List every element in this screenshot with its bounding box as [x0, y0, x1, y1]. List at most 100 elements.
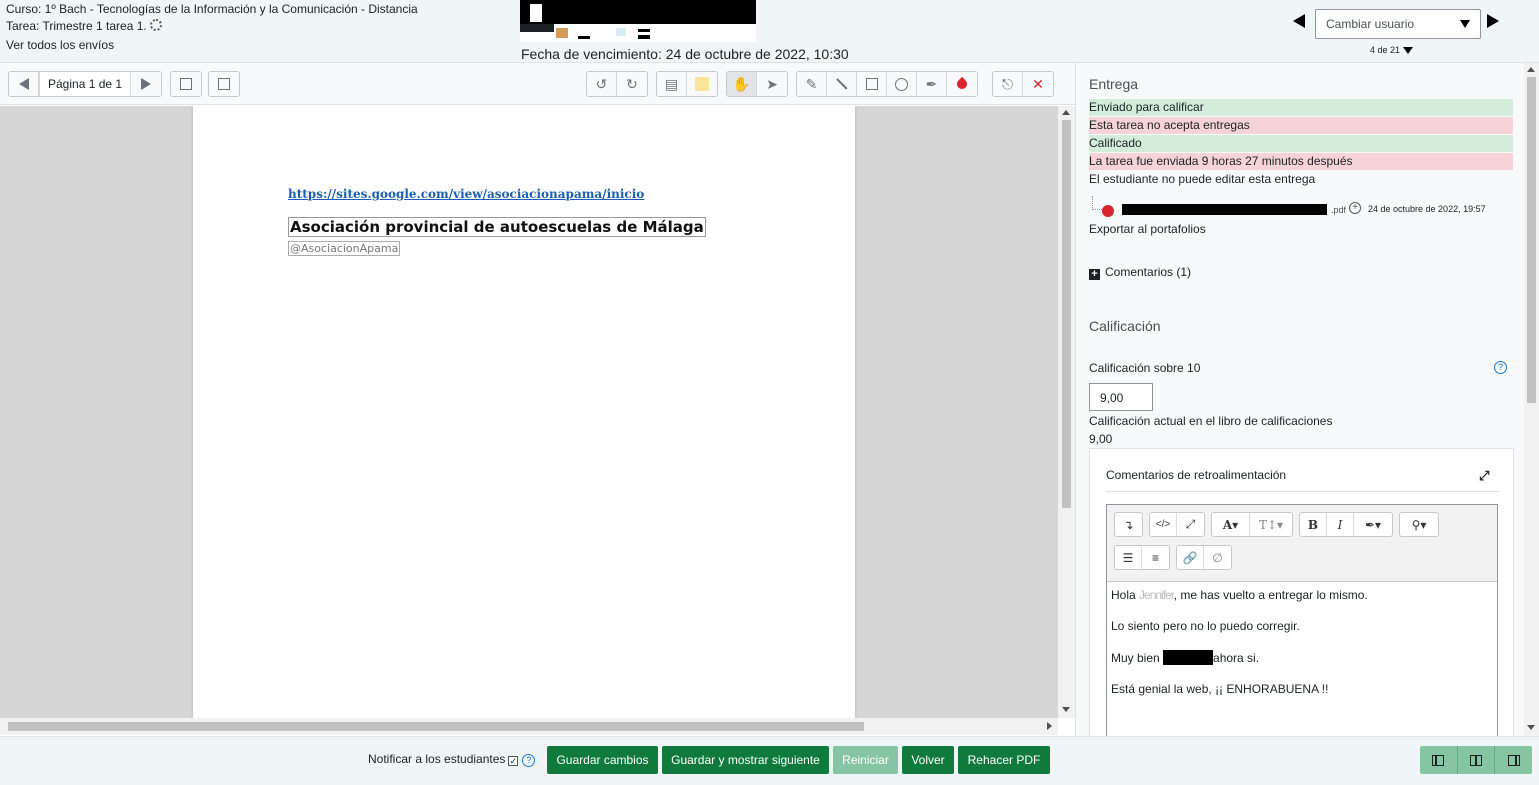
link-icon: 🔗 — [1182, 550, 1198, 565]
export-portfolio-link[interactable]: Exportar al portafolios — [1089, 222, 1206, 236]
rectangle-button[interactable] — [857, 72, 887, 96]
editor-content[interactable]: Hola Jennifer, me has vuelto a entregar … — [1107, 581, 1497, 736]
next-page-icon — [141, 78, 152, 90]
change-user-select[interactable]: Cambiar usuario — [1315, 9, 1481, 39]
prev-page-button[interactable] — [9, 72, 39, 96]
document-link[interactable]: https://sites.google.com/view/asociacion… — [288, 187, 644, 201]
help-icon[interactable]: ? — [522, 754, 536, 767]
layout-default-button[interactable] — [1458, 746, 1496, 774]
stamp-group: ⎋ ✕ — [992, 71, 1054, 97]
color-button[interactable] — [947, 72, 977, 96]
pan-icon: ✋ — [732, 76, 751, 92]
view-all-submissions-link[interactable]: Ver todos los envíos — [6, 38, 114, 52]
feedback-line-3: Muy bien ahora si. — [1111, 650, 1260, 665]
next-user-icon[interactable] — [1487, 14, 1499, 28]
rotate-right-button[interactable]: ↻ — [617, 72, 647, 96]
font-size-button[interactable]: T↕▾ — [1250, 513, 1292, 536]
scroll-right-icon[interactable] — [1047, 722, 1052, 730]
stamp-button[interactable]: ⎋ — [993, 72, 1023, 96]
fullscreen-icon[interactable]: ⤢ — [1479, 468, 1489, 484]
expand-comments-button[interactable] — [209, 72, 239, 96]
viewer-horizontal-scrollbar[interactable] — [0, 718, 1058, 735]
bold-button[interactable]: B — [1300, 513, 1327, 536]
document-handle: @AsociacionApama — [288, 241, 401, 256]
filter-icon[interactable] — [1403, 47, 1414, 54]
course-link[interactable]: Curso: 1º Bach - Tecnologías de la Infor… — [6, 2, 418, 16]
scroll-up-icon[interactable] — [1062, 110, 1070, 115]
pen-button[interactable]: ✎ — [797, 72, 827, 96]
gear-icon[interactable] — [149, 19, 162, 31]
panel-scrollbar[interactable] — [1524, 63, 1539, 736]
divider — [1106, 491, 1499, 492]
viewer-vertical-scrollbar[interactable] — [1058, 106, 1075, 718]
oval-button[interactable] — [887, 72, 917, 96]
layout-collapse-review-button[interactable] — [1420, 746, 1458, 774]
font-button[interactable]: A▾ — [1212, 513, 1250, 536]
feedback-line-2: Lo siento pero no lo puedo corregir. — [1111, 619, 1300, 633]
fullscreen-button[interactable]: ⤢ — [1177, 513, 1204, 536]
delete-button[interactable]: ✕ — [1023, 72, 1053, 96]
task-link[interactable]: Tarea: Trimestre 1 tarea 1. — [6, 19, 147, 33]
notify-students: Notificar a los estudiantes ✓? — [368, 752, 536, 767]
feedback-title: Comentarios de retroalimentación — [1106, 468, 1287, 482]
viewer-horizontal-thumb[interactable] — [8, 722, 864, 731]
color-picker-button[interactable]: ✒▾ — [1354, 513, 1392, 536]
save-button[interactable]: Guardar cambios — [547, 746, 658, 774]
save-and-next-button[interactable]: Guardar y mostrar siguiente — [662, 746, 829, 774]
comment-color-button[interactable] — [687, 72, 717, 96]
previous-user-icon[interactable] — [1293, 14, 1305, 28]
layout-split-icon — [1470, 754, 1482, 766]
insert-button[interactable]: ⚲▾ — [1400, 513, 1438, 536]
code-icon: </> — [1155, 519, 1171, 530]
change-user-placeholder: Cambiar usuario — [1326, 17, 1415, 31]
paintbrush-icon: ✒▾ — [1364, 517, 1382, 532]
scroll-down-icon[interactable] — [1062, 707, 1070, 712]
next-page-button[interactable] — [131, 72, 162, 96]
gradebook-label: Calificación actual en el libro de calif… — [1089, 414, 1333, 428]
comment-icon: ▤ — [664, 76, 679, 92]
notify-label: Notificar a los estudiantes — [368, 752, 506, 766]
line-button[interactable] — [827, 72, 857, 96]
unordered-list-button[interactable]: ☰ — [1115, 546, 1142, 569]
html-button[interactable]: </> — [1150, 513, 1177, 536]
layout-collapse-grade-button[interactable] — [1495, 746, 1532, 774]
ordered-list-button[interactable]: ≡ — [1142, 546, 1169, 569]
layout-right-icon — [1507, 754, 1520, 766]
font-icon: A▾ — [1222, 517, 1239, 532]
oval-icon — [895, 77, 908, 91]
redacted-filename[interactable] — [1122, 204, 1327, 215]
search-comments-button[interactable] — [171, 72, 201, 96]
user-count: 4 de 21 — [1370, 45, 1414, 55]
stamp-icon: ⎋ — [1001, 76, 1014, 92]
comments-toggle[interactable]: + Comentarios (1) — [1089, 265, 1191, 280]
unlink-button[interactable]: ∅ — [1204, 546, 1231, 569]
viewer-vertical-thumb[interactable] — [1062, 120, 1071, 508]
reset-button[interactable]: Reiniciar — [833, 746, 898, 774]
redo-pdf-button[interactable]: Rehacer PDF — [958, 746, 1050, 774]
toggle-toolbar-button[interactable]: ↴ — [1115, 513, 1142, 536]
link-button[interactable]: 🔗 — [1177, 546, 1204, 569]
panel-scroll-thumb[interactable] — [1527, 77, 1536, 403]
file-extension: .pdf — [1331, 205, 1347, 215]
pdf-page[interactable]: https://sites.google.com/view/asociacion… — [193, 106, 855, 718]
status-locked: El estudiante no puede editar esta entre… — [1089, 172, 1316, 186]
grade-input[interactable]: 9,00 — [1089, 383, 1153, 411]
back-button[interactable]: Volver — [902, 746, 954, 774]
pan-button[interactable]: ✋ — [727, 72, 757, 96]
user-count-text: 4 de 21 — [1370, 45, 1401, 55]
page-label: Página 1 de 1 — [39, 72, 132, 96]
highlight-button[interactable]: ✒ — [917, 72, 947, 96]
comment-button[interactable]: ▤ — [657, 72, 687, 96]
pdf-viewer[interactable]: https://sites.google.com/view/asociacion… — [0, 106, 1058, 718]
scroll-up-icon[interactable] — [1527, 67, 1535, 72]
gradebook-value: 9,00 — [1089, 432, 1113, 446]
scroll-down-icon[interactable] — [1527, 725, 1535, 730]
redacted-block — [520, 0, 756, 24]
rotate-left-button[interactable]: ↺ — [587, 72, 617, 96]
notify-checkbox[interactable]: ✓ — [508, 756, 519, 766]
help-icon[interactable]: ? — [1494, 361, 1507, 374]
search-comments-group — [170, 71, 202, 97]
plus-circle-icon[interactable]: + — [1349, 202, 1361, 214]
italic-button[interactable]: I — [1327, 513, 1354, 536]
select-button[interactable]: ➤ — [757, 72, 787, 96]
